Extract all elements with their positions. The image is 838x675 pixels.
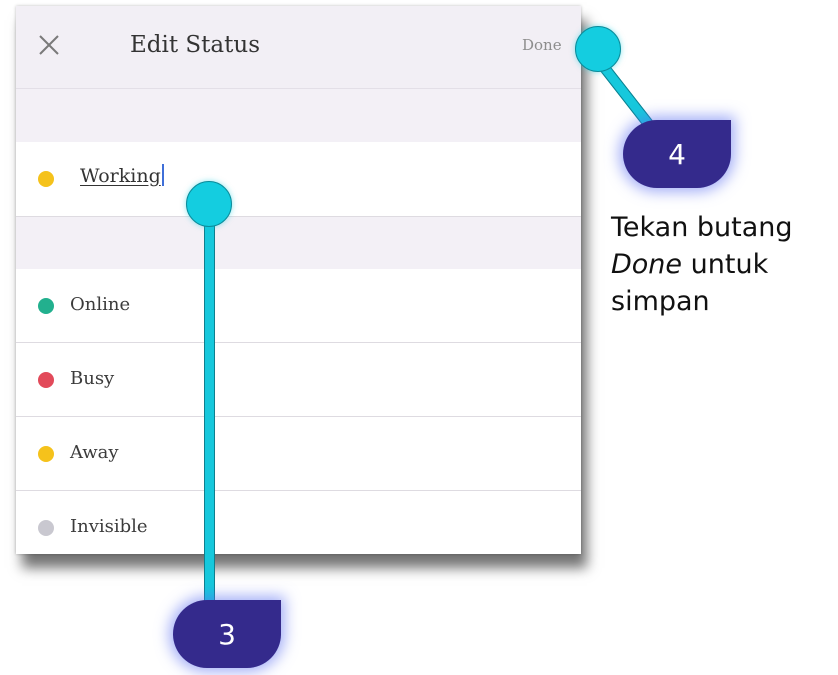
custom-status-text: Working bbox=[80, 165, 161, 187]
caption-italic: Done bbox=[611, 249, 683, 280]
callout-3-number: 3 bbox=[218, 617, 236, 651]
custom-status-row: Working bbox=[16, 142, 581, 217]
caption-line-3: simpan bbox=[611, 286, 710, 317]
status-option-busy[interactable]: Busy bbox=[16, 343, 581, 417]
section-spacer bbox=[16, 89, 581, 142]
option-label: Away bbox=[70, 442, 119, 463]
caption-line-1: Tekan butang bbox=[611, 212, 793, 243]
away-dot-icon bbox=[38, 446, 54, 462]
callout-4-number: 4 bbox=[668, 137, 686, 171]
section-spacer bbox=[16, 217, 581, 269]
status-option-online[interactable]: Online bbox=[16, 269, 581, 343]
caption-text: untuk bbox=[690, 249, 769, 280]
edit-status-screen: Edit Status Done Working Online Busy Awa… bbox=[16, 6, 581, 554]
callout-3-tip bbox=[186, 181, 232, 227]
close-icon[interactable] bbox=[38, 34, 60, 56]
instruction-caption: Tekan butang Done untuk simpan bbox=[611, 209, 836, 320]
text-caret bbox=[161, 164, 164, 186]
page-title: Edit Status bbox=[130, 32, 260, 58]
status-option-invisible[interactable]: Invisible bbox=[16, 491, 581, 554]
callout-3-badge: 3 bbox=[173, 600, 281, 668]
option-label: Busy bbox=[70, 368, 115, 389]
callout-4-badge: 4 bbox=[623, 120, 731, 188]
custom-status-input[interactable]: Working bbox=[80, 164, 164, 187]
option-label: Invisible bbox=[70, 516, 148, 537]
caption-line-2: Done untuk bbox=[611, 246, 836, 283]
done-button[interactable]: Done bbox=[522, 36, 562, 54]
status-dot-icon bbox=[38, 171, 54, 187]
option-label: Online bbox=[70, 294, 131, 315]
busy-dot-icon bbox=[38, 372, 54, 388]
callout-4-tip bbox=[575, 26, 621, 72]
invisible-dot-icon bbox=[38, 520, 54, 536]
status-option-away[interactable]: Away bbox=[16, 417, 581, 491]
callout-3-pointer bbox=[204, 205, 215, 607]
online-dot-icon bbox=[38, 298, 54, 314]
header-bar: Edit Status Done bbox=[16, 6, 581, 89]
